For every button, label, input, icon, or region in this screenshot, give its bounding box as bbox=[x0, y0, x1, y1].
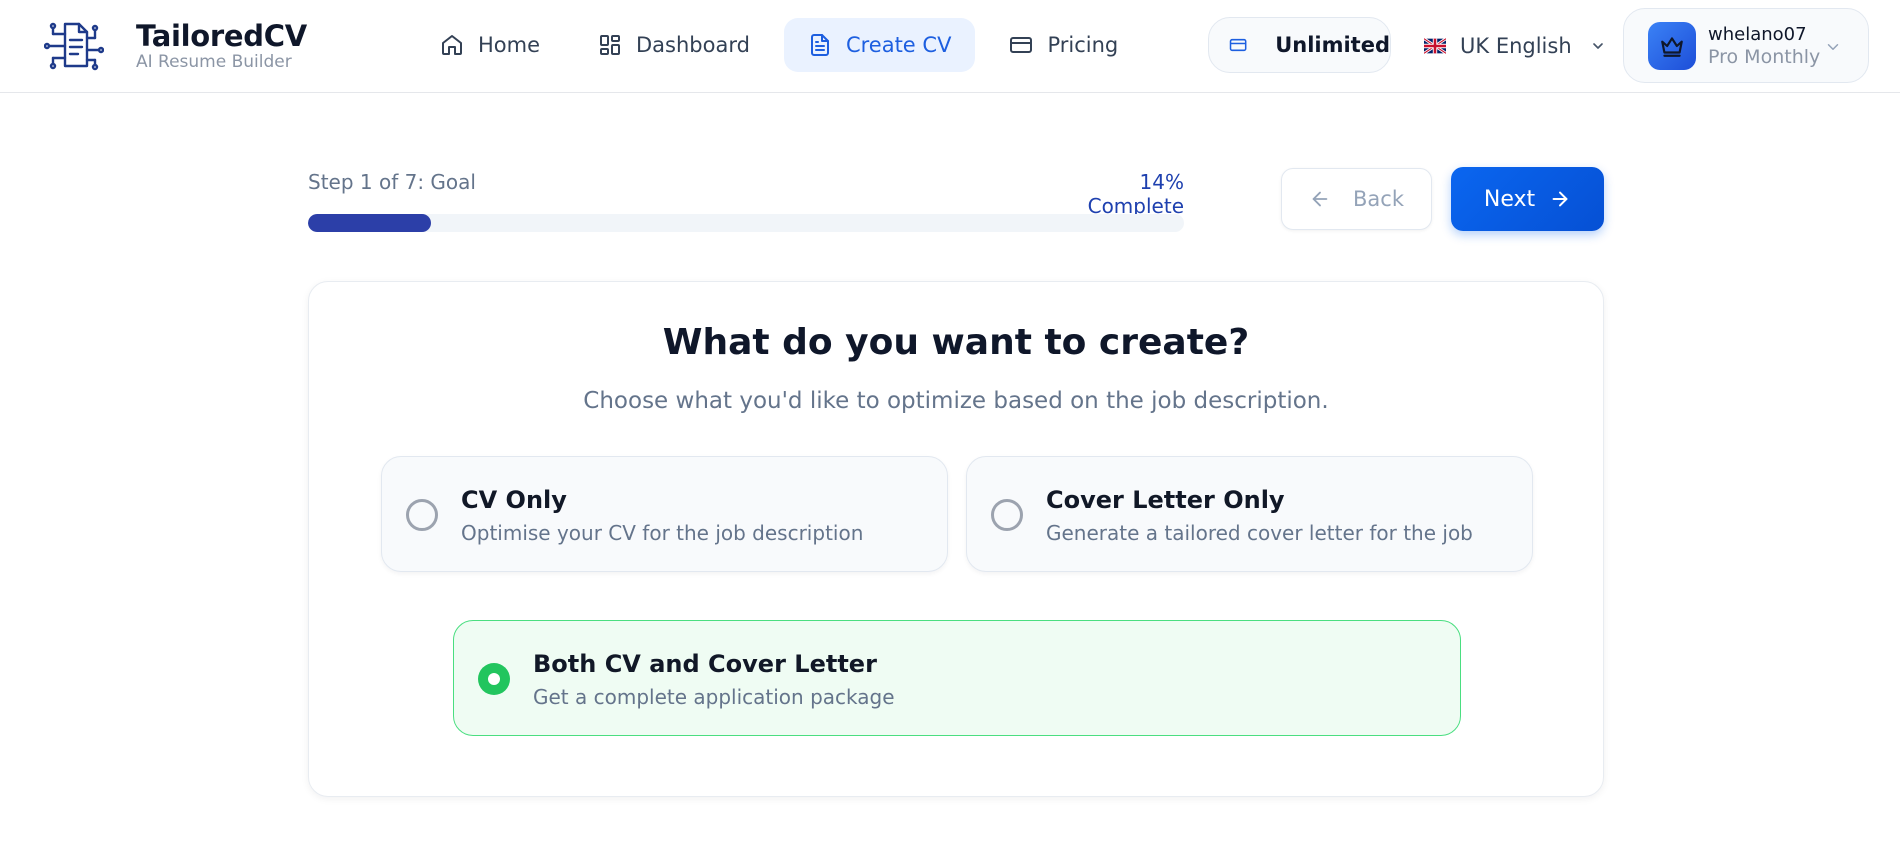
back-button[interactable]: Back bbox=[1281, 168, 1432, 230]
option-cover-letter-only[interactable]: Cover Letter Only Generate a tailored co… bbox=[966, 456, 1533, 572]
option-description: Generate a tailored cover letter for the… bbox=[1046, 521, 1473, 545]
next-label: Next bbox=[1483, 186, 1536, 212]
chevron-down-icon bbox=[1827, 44, 1839, 50]
option-cv-only[interactable]: CV Only Optimise your CV for the job des… bbox=[381, 456, 948, 572]
arrow-right-icon bbox=[1552, 191, 1568, 207]
radio-button[interactable] bbox=[991, 499, 1023, 531]
nav-home[interactable]: Home bbox=[416, 18, 564, 72]
goal-card: What do you want to create? Choose what … bbox=[308, 281, 1604, 797]
back-label: Back bbox=[1353, 187, 1404, 211]
nav-pricing-label: Pricing bbox=[1047, 33, 1119, 57]
progress-bar bbox=[308, 214, 1184, 232]
user-info: whelano07 Pro Monthly bbox=[1708, 24, 1820, 68]
plan-badge-label: Unlimited bbox=[1275, 33, 1390, 57]
option-title: Cover Letter Only bbox=[1046, 486, 1285, 514]
top-header: TailoredCV AI Resume Builder Home Dashbo… bbox=[0, 0, 1900, 93]
arrow-left-icon bbox=[1312, 191, 1328, 207]
card-icon bbox=[1010, 37, 1033, 53]
dashboard-icon bbox=[600, 35, 621, 55]
progress-fill bbox=[308, 214, 431, 232]
user-plan: Pro Monthly bbox=[1708, 45, 1821, 68]
next-button[interactable]: Next bbox=[1451, 167, 1604, 231]
nav-dashboard[interactable]: Dashboard bbox=[574, 18, 774, 72]
card-icon bbox=[1229, 38, 1247, 52]
nav-create-cv-label: Create CV bbox=[845, 33, 952, 57]
option-title: CV Only bbox=[461, 486, 567, 514]
brand-name: TailoredCV bbox=[136, 19, 307, 53]
percent-complete: 14% Complete bbox=[1087, 170, 1184, 218]
nav-pricing[interactable]: Pricing bbox=[985, 18, 1142, 72]
user-menu[interactable]: whelano07 Pro Monthly bbox=[1623, 8, 1869, 83]
cv-circuit-logo-icon bbox=[44, 22, 104, 71]
main-nav: Home Dashboard Create CV Pricing bbox=[416, 18, 1152, 72]
step-label: Step 1 of 7: Goal bbox=[308, 170, 476, 194]
document-icon bbox=[810, 34, 829, 56]
radio-button[interactable] bbox=[478, 663, 510, 695]
question-title: What do you want to create? bbox=[662, 322, 1250, 363]
avatar bbox=[1648, 21, 1696, 70]
user-name: whelano07 bbox=[1708, 23, 1807, 45]
language-selector[interactable]: UK English bbox=[1424, 26, 1606, 66]
radio-button[interactable] bbox=[406, 499, 438, 531]
language-label: UK English bbox=[1460, 34, 1572, 58]
brand-tagline: AI Resume Builder bbox=[136, 52, 292, 72]
option-description: Optimise your CV for the job description bbox=[461, 521, 864, 545]
nav-dashboard-label: Dashboard bbox=[636, 33, 750, 57]
option-description: Get a complete application package bbox=[533, 685, 895, 709]
question-subtitle: Choose what you'd like to optimize based… bbox=[583, 388, 1329, 414]
option-both[interactable]: Both CV and Cover Letter Get a complete … bbox=[453, 620, 1461, 736]
option-title: Both CV and Cover Letter bbox=[533, 650, 877, 678]
home-icon bbox=[442, 35, 462, 55]
plan-badge[interactable]: Unlimited bbox=[1208, 17, 1391, 73]
crown-icon bbox=[1661, 36, 1683, 57]
nav-create-cv[interactable]: Create CV bbox=[783, 18, 976, 72]
brand-text: TailoredCV AI Resume Builder bbox=[136, 20, 307, 72]
uk-flag-icon bbox=[1424, 38, 1446, 54]
brand-logo[interactable]: TailoredCV AI Resume Builder bbox=[44, 20, 307, 72]
nav-home-label: Home bbox=[478, 33, 541, 57]
chevron-down-icon bbox=[1592, 43, 1603, 49]
